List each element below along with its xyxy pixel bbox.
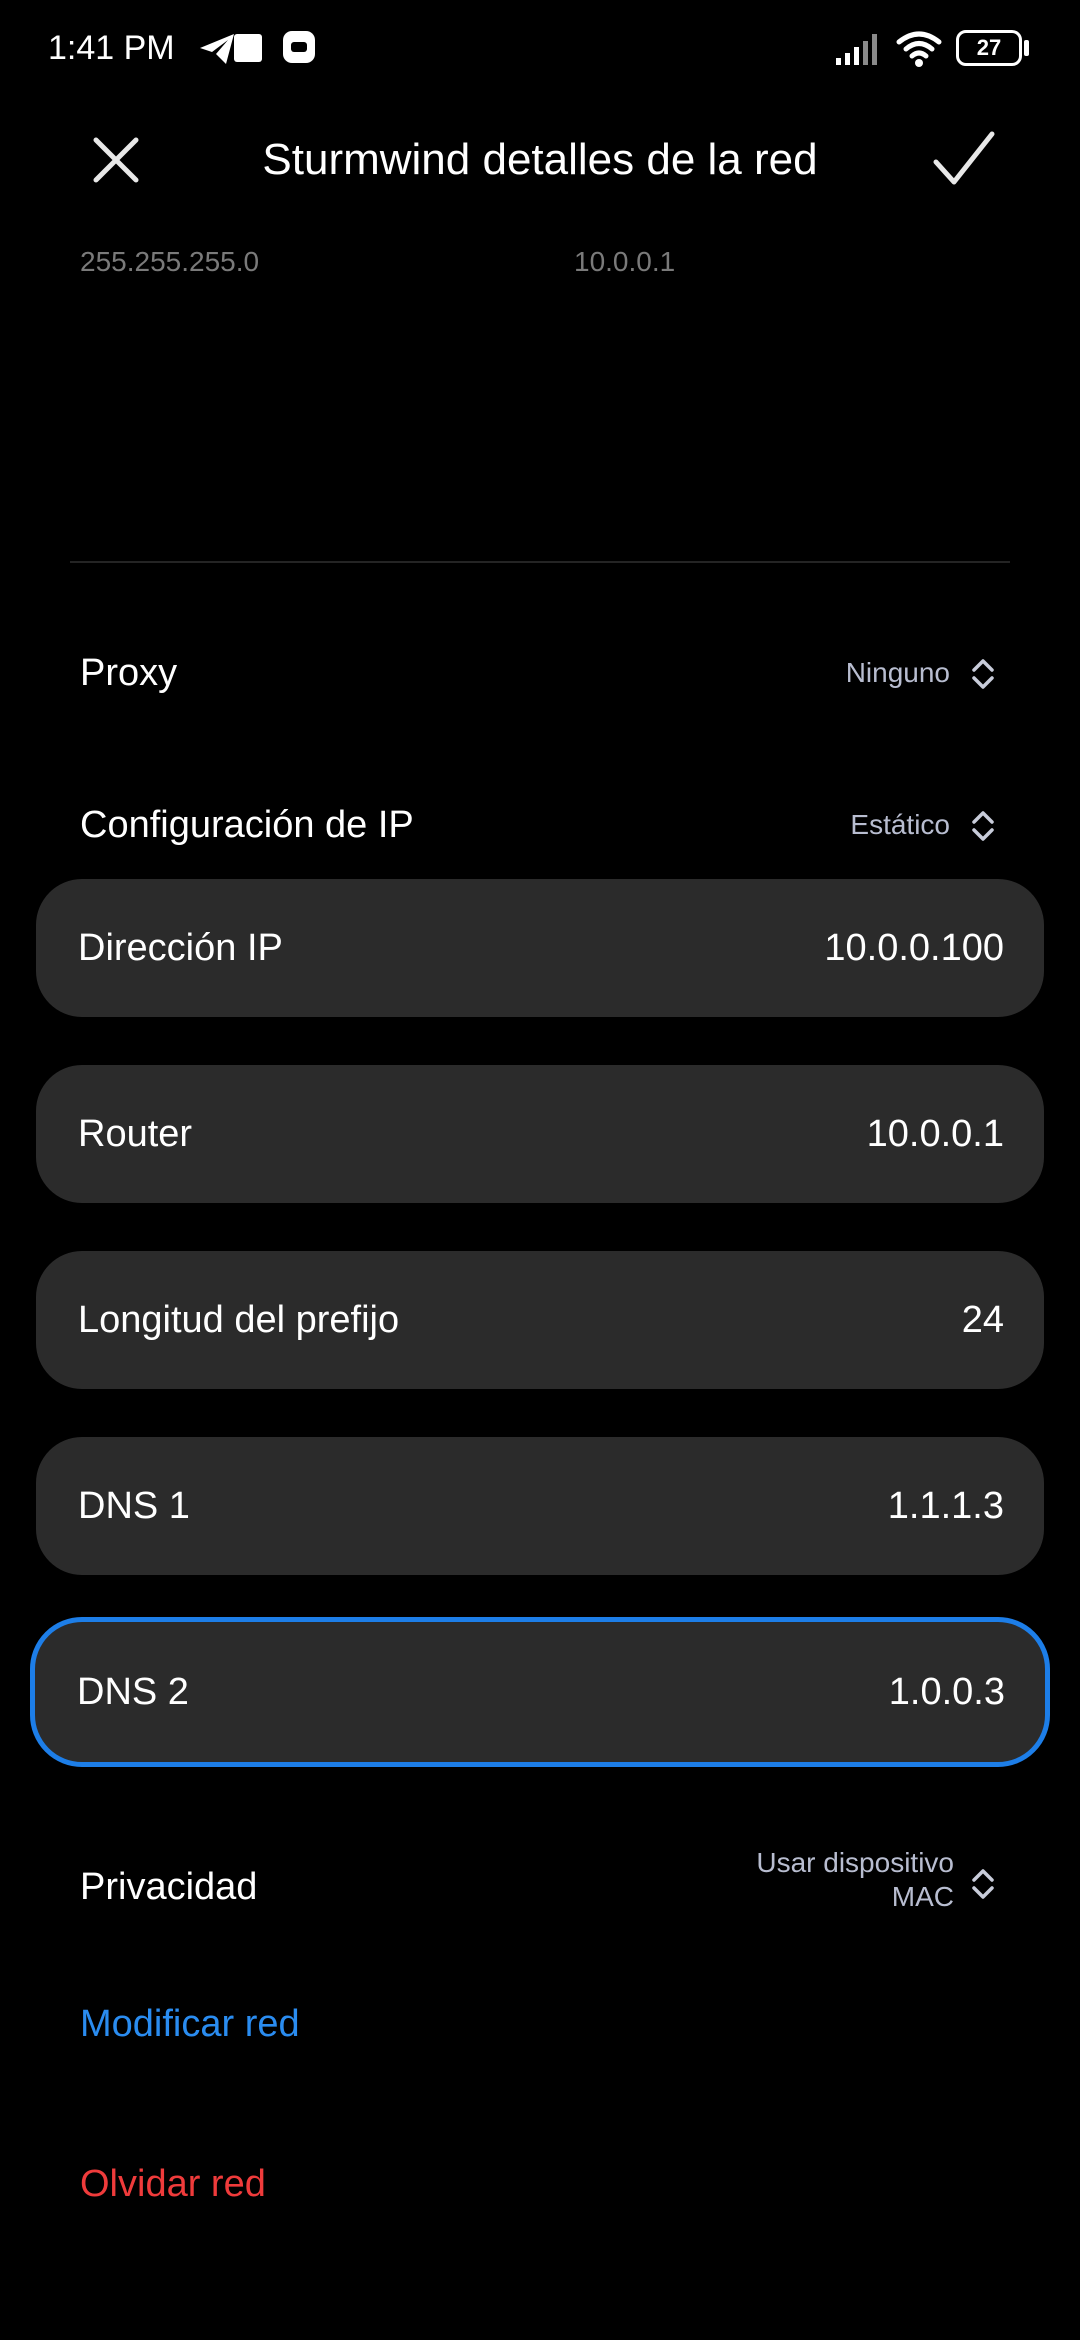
confirm-check-icon[interactable] (930, 126, 998, 194)
subnet-mask-value: 255.255.255.0 (80, 246, 260, 277)
dns1-field[interactable]: DNS 1 1.1.1.3 (36, 1437, 1044, 1575)
field-label: DNS 1 (78, 1484, 190, 1527)
cellular-signal-icon (836, 34, 877, 65)
ip-config-label: Configuración de IP (80, 804, 414, 846)
field-value: 1.0.0.3 (888, 1670, 1005, 1713)
privacy-row[interactable]: Privacidad Usar dispositivo MAC (0, 1846, 1080, 1926)
gateway-value: 10.0.0.1 (574, 246, 676, 277)
prefix-length-field[interactable]: Longitud del prefijo 24 (36, 1251, 1044, 1389)
forget-network-link[interactable]: Olvidar red (80, 2161, 266, 2207)
battery-level: 27 (976, 35, 1002, 60)
battery-icon: 27 (956, 30, 1022, 66)
notification-square-icon (234, 34, 262, 62)
field-value: 10.0.0.100 (824, 926, 1004, 969)
updown-chevron-icon (972, 1869, 994, 1899)
ip-config-value: Estático (850, 809, 950, 840)
wifi-icon (896, 31, 942, 67)
ip-config-row[interactable]: Configuración de IP Estático (0, 792, 1080, 860)
router-field[interactable]: Router 10.0.0.1 (36, 1065, 1044, 1203)
privacy-value-line2: MAC (891, 1881, 954, 1912)
privacy-label: Privacidad (80, 1866, 258, 1908)
updown-chevron-icon (972, 659, 994, 689)
updown-chevron-icon (972, 811, 994, 841)
field-label: Dirección IP (78, 926, 283, 969)
field-label: Longitud del prefijo (78, 1298, 400, 1341)
field-value: 1.1.1.3 (887, 1484, 1004, 1527)
telegram-icon (200, 34, 234, 64)
field-label: DNS 2 (77, 1670, 189, 1713)
proxy-label: Proxy (80, 652, 178, 694)
section-divider (70, 561, 1010, 563)
proxy-row[interactable]: Proxy Ninguno (0, 640, 1080, 708)
privacy-value-line1: Usar dispositivo (756, 1847, 954, 1878)
modify-network-link[interactable]: Modificar red (80, 2001, 300, 2047)
dns2-field[interactable]: DNS 2 1.0.0.3 (30, 1617, 1050, 1767)
status-time: 1:41 PM (48, 29, 175, 67)
close-icon[interactable] (86, 130, 146, 190)
app-notification-icon (283, 31, 315, 63)
proxy-value: Ninguno (845, 657, 950, 688)
field-value: 24 (961, 1298, 1004, 1341)
page-title: Sturmwind detalles de la red (262, 135, 818, 184)
ip-address-field[interactable]: Dirección IP 10.0.0.100 (36, 879, 1044, 1017)
battery-tip (1024, 40, 1029, 56)
field-value: 10.0.0.1 (866, 1112, 1004, 1155)
field-label: Router (78, 1112, 193, 1155)
